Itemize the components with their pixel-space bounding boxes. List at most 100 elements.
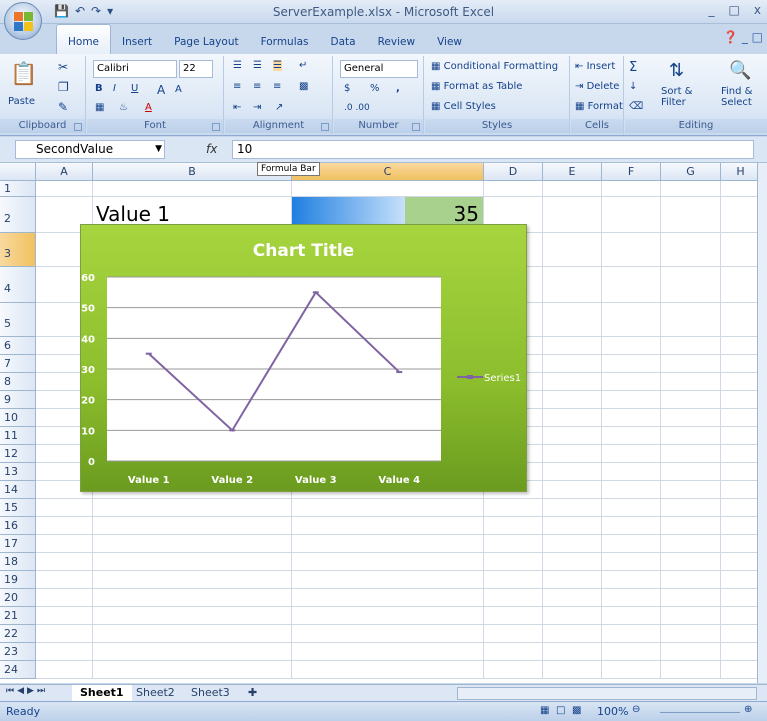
column-header-g[interactable]: G (661, 163, 721, 181)
grid-cell[interactable] (543, 409, 602, 427)
tab-insert[interactable]: Insert (111, 24, 163, 54)
close-button[interactable]: x (754, 3, 761, 17)
grid-cell[interactable] (93, 517, 292, 535)
grid-cell[interactable] (543, 517, 602, 535)
grid-cell[interactable] (484, 571, 543, 589)
copy-icon[interactable]: ❐ (58, 80, 69, 94)
help-icon[interactable]: ❓ _ □ (723, 30, 763, 44)
row-header-20[interactable]: 20 (0, 589, 36, 607)
grid-cell[interactable] (543, 589, 602, 607)
grid-cell[interactable] (602, 373, 661, 391)
align-middle-icon[interactable]: ☰ (253, 60, 262, 71)
row-header-15[interactable]: 15 (0, 499, 36, 517)
grid-cell[interactable] (721, 607, 757, 625)
grid-cell[interactable] (602, 391, 661, 409)
zoom-level[interactable]: 100% (597, 705, 628, 718)
grid-cell[interactable] (93, 661, 292, 679)
format-as-table-button[interactable]: ▦ Format as Table (431, 81, 522, 92)
row-header-5[interactable]: 5 (0, 303, 36, 337)
grid-cell[interactable] (36, 661, 93, 679)
grid-cell[interactable] (661, 571, 721, 589)
grid-cell[interactable] (721, 355, 757, 373)
grid-cell[interactable] (543, 445, 602, 463)
grid-cell[interactable] (484, 499, 543, 517)
grid-cell[interactable] (93, 607, 292, 625)
row-header-4[interactable]: 4 (0, 267, 36, 303)
grid-cell[interactable] (602, 625, 661, 643)
grid-cell[interactable] (602, 303, 661, 337)
horizontal-scrollbar[interactable] (457, 687, 757, 700)
grid-cell[interactable] (602, 535, 661, 553)
align-center-icon[interactable]: ≡ (253, 81, 261, 92)
row-header-1[interactable]: 1 (0, 181, 36, 197)
grid-cell[interactable] (93, 643, 292, 661)
row-header-21[interactable]: 21 (0, 607, 36, 625)
grid-cell[interactable] (661, 409, 721, 427)
format-cells-button[interactable]: ▦ Format (575, 101, 623, 112)
grid-cell[interactable] (721, 589, 757, 607)
vertical-scrollbar[interactable] (757, 163, 767, 683)
grid-cell[interactable] (543, 535, 602, 553)
grid-cell[interactable] (543, 607, 602, 625)
grid-cell[interactable] (484, 607, 543, 625)
grid-cell[interactable] (661, 233, 721, 267)
row-header-23[interactable]: 23 (0, 643, 36, 661)
grid-cell[interactable] (93, 535, 292, 553)
grid-cell[interactable] (661, 625, 721, 643)
grid-cell[interactable] (661, 463, 721, 481)
grid-cell[interactable] (292, 625, 484, 643)
grid-cell[interactable] (93, 571, 292, 589)
grid-cell[interactable] (661, 427, 721, 445)
merge-icon[interactable]: ▩ (299, 81, 308, 92)
paste-button[interactable]: Paste (8, 96, 35, 107)
grid-cell[interactable] (721, 233, 757, 267)
comma-button[interactable]: , (396, 83, 400, 94)
row-header-11[interactable]: 11 (0, 427, 36, 445)
align-bottom-icon[interactable]: ☰ (273, 60, 282, 71)
grid-cell[interactable] (36, 499, 93, 517)
grid-cell[interactable] (721, 391, 757, 409)
sheet-nav-arrows[interactable]: ⏮◀▶⏭ (6, 686, 48, 696)
column-header-d[interactable]: D (484, 163, 543, 181)
grid-cell[interactable] (661, 643, 721, 661)
grid-cell[interactable] (93, 181, 292, 197)
grid-cell[interactable] (36, 535, 93, 553)
grid-cell[interactable] (543, 355, 602, 373)
cell-styles-button[interactable]: ▦ Cell Styles (431, 101, 496, 112)
grid-cell[interactable] (93, 499, 292, 517)
grid-cell[interactable] (543, 499, 602, 517)
row-header-2[interactable]: 2 (0, 197, 36, 233)
grid-cell[interactable] (543, 181, 602, 197)
grid-cell[interactable] (602, 481, 661, 499)
grid-cell[interactable] (93, 553, 292, 571)
grid-cell[interactable] (661, 499, 721, 517)
grid-cell[interactable] (661, 355, 721, 373)
decimal-buttons[interactable]: .0 .00 (344, 103, 370, 113)
grid-cell[interactable] (661, 337, 721, 355)
grow-font-button[interactable]: A (157, 83, 165, 97)
grid-cell[interactable] (543, 661, 602, 679)
grid-cell[interactable] (602, 589, 661, 607)
grid-cell[interactable] (602, 337, 661, 355)
grid-cell[interactable] (484, 625, 543, 643)
row-header-19[interactable]: 19 (0, 571, 36, 589)
grid-cell[interactable] (602, 267, 661, 303)
tab-page-layout[interactable]: Page Layout (163, 24, 249, 54)
grid-cell[interactable] (36, 607, 93, 625)
grid-cell[interactable] (661, 481, 721, 499)
grid-cell[interactable] (543, 463, 602, 481)
grid-cell[interactable] (661, 197, 721, 233)
zoom-slider[interactable] (660, 712, 740, 713)
grid-cell[interactable] (543, 373, 602, 391)
maximize-button[interactable]: □ (729, 3, 740, 17)
grid-cell[interactable] (292, 643, 484, 661)
grid-cell[interactable] (292, 535, 484, 553)
grid-cell[interactable] (602, 517, 661, 535)
grid-cell[interactable] (661, 517, 721, 535)
grid-cell[interactable] (721, 553, 757, 571)
decrease-indent-icon[interactable]: ⇤ (233, 102, 241, 113)
grid-cell[interactable] (721, 445, 757, 463)
font-dialog-launcher[interactable] (212, 123, 220, 131)
grid-cell[interactable] (661, 391, 721, 409)
grid-cell[interactable] (721, 571, 757, 589)
